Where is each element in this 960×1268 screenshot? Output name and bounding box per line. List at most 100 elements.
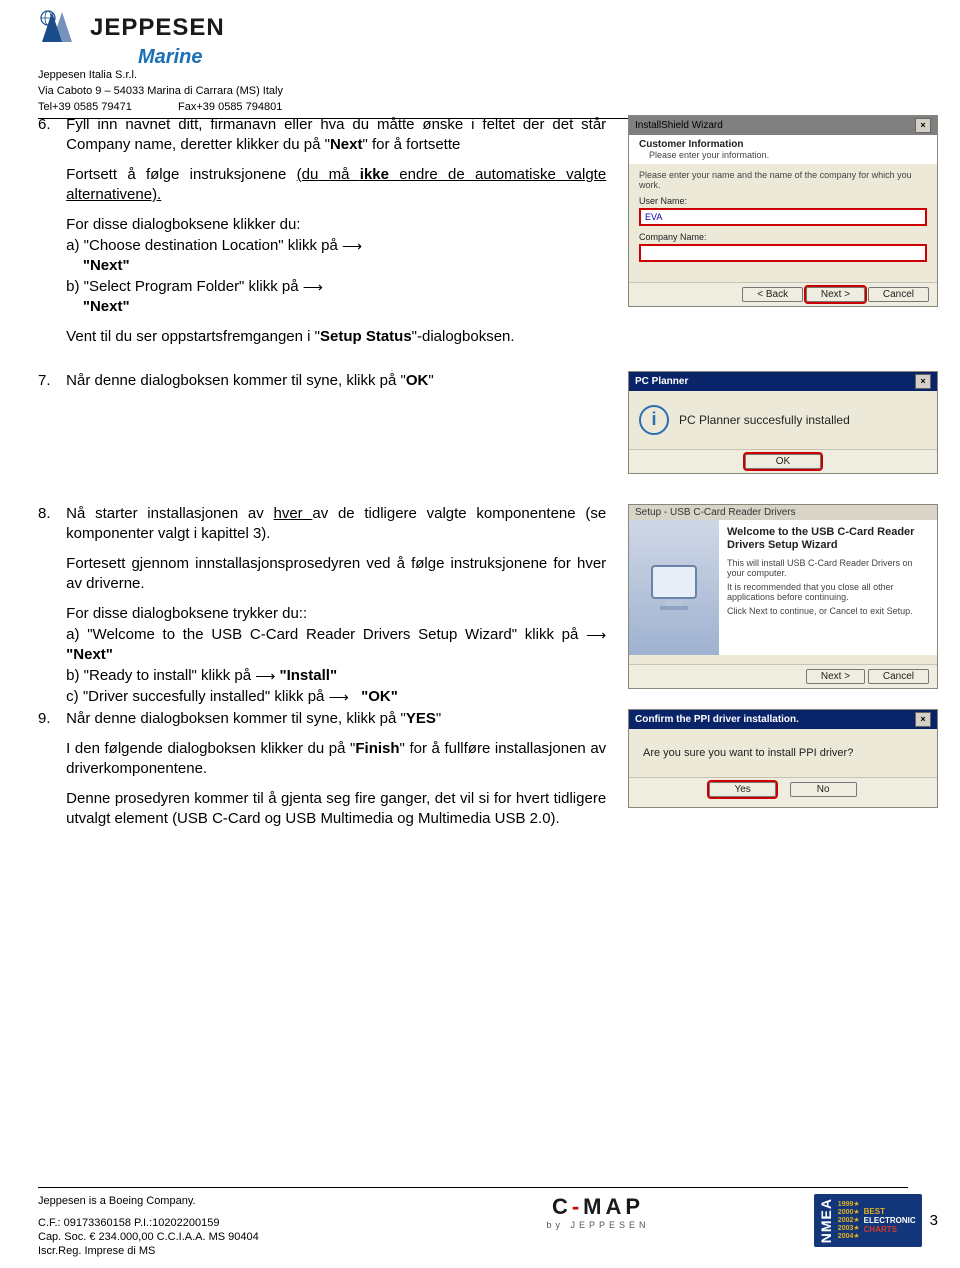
step-6-b: b) "Select Program Folder" klikk på — [66, 278, 298, 295]
user-name-label: User Name: — [639, 196, 927, 206]
step-8-b: b) "Ready to install" klikk på — [66, 667, 255, 684]
user-name-input[interactable]: EVA — [639, 208, 927, 226]
cancel-button[interactable]: Cancel — [868, 287, 929, 302]
wizard-sub: Please enter your information. — [649, 150, 927, 160]
no-button[interactable]: No — [790, 782, 857, 797]
installshield-wizard-screenshot: InstallShield Wizard × Customer Informat… — [628, 115, 938, 307]
arrow-right-icon: ⟶ — [255, 666, 275, 686]
monitor-icon — [644, 558, 704, 618]
step-8-a: a) "Welcome to the USB C-Card Reader Dri… — [66, 626, 586, 643]
step-6-number: 6. — [38, 115, 62, 135]
jeppesen-globe-icon — [38, 8, 80, 48]
info-icon: i — [639, 405, 669, 435]
step-7-row: 7. Når denne dialogboksen kommer til syn… — [38, 371, 938, 474]
step-6-wait2: "-dialogboksen. — [412, 328, 515, 345]
step-6-setup-status: Setup Status — [320, 328, 412, 345]
step-7-number: 7. — [38, 371, 62, 391]
step-7-text: Når denne dialogboksen kommer til syne, … — [66, 372, 406, 389]
header-company-name: Jeppesen Italia S.r.l. — [38, 68, 918, 82]
step-6-wait: Vent til du ser oppstartsfremgangen i " — [66, 328, 320, 345]
next-button[interactable]: Next > — [806, 287, 865, 302]
step-6-row: 6. Fyll inn navnet ditt, firmanavn eller… — [38, 115, 938, 347]
step-9-number: 9. — [38, 709, 62, 729]
arrow-right-icon: ⟶ — [329, 687, 349, 707]
header-address: Via Caboto 9 – 54033 Marina di Carrara (… — [38, 84, 918, 98]
ppi-confirm-screenshot: Confirm the PPI driver installation. × A… — [628, 709, 938, 808]
brand-subline: Marine — [138, 48, 918, 66]
close-icon[interactable]: × — [915, 712, 931, 727]
company-name-label: Company Name: — [639, 232, 927, 242]
ppi-message: Are you sure you want to install PPI dri… — [629, 729, 937, 777]
usb-next-button[interactable]: Next > — [806, 669, 865, 684]
step-8-row: 8. Nå starter installasjonen av hver av … — [38, 504, 938, 707]
step-8-p2: Fortesett gjennom innstallasjonsprosedyr… — [66, 554, 606, 594]
step-9-finish: Finish — [355, 740, 399, 757]
step-9-finish1: I den følgende dialogboksen klikker du p… — [66, 740, 355, 757]
step-7-body: Når denne dialogboksen kommer til syne, … — [66, 371, 606, 391]
ppi-title: Confirm the PPI driver installation. — [635, 714, 799, 725]
pcplanner-title: PC Planner — [635, 376, 688, 387]
header-tel: Tel+39 0585 79471 — [38, 101, 132, 113]
footer-cf: C.F.: 09173360158 P.I.:10202200159 — [38, 1216, 468, 1230]
step-9-text1: Når denne dialogboksen kommer til syne, … — [66, 710, 406, 727]
footer-iscr: Iscr.Reg. Imprese di MS — [38, 1244, 468, 1258]
usb-line1: This will install USB C-Card Reader Driv… — [727, 558, 929, 578]
ok-button[interactable]: OK — [745, 454, 821, 469]
user-name-value: EVA — [645, 212, 662, 222]
pcplanner-message: PC Planner succesfully installed — [679, 413, 850, 427]
step-6-text2: " for å fortsette — [362, 136, 460, 153]
step-6-a: a) "Choose destination Location" klikk p… — [66, 237, 338, 254]
step-9-yes: YES — [406, 710, 436, 727]
page-content: 6. Fyll inn navnet ditt, firmanavn eller… — [38, 115, 938, 853]
step-6-a-next: "Next" — [83, 257, 130, 274]
step-9-repeat: Denne prosedyren kommer til å gjenta seg… — [66, 789, 606, 829]
company-name-input[interactable] — [639, 244, 927, 262]
step-7-ok: OK — [406, 372, 429, 389]
step-6-sublist-intro: For disse dialogboksene klikker du: — [66, 215, 606, 235]
step-8-a-next: "Next" — [66, 646, 113, 663]
footer-cap: Cap. Soc. € 234.000,00 C.C.I.A.A. MS 904… — [38, 1230, 468, 1244]
step-7-text2: " — [428, 372, 433, 389]
page-footer: Jeppesen is a Boeing Company. C.F.: 0917… — [38, 1187, 938, 1258]
step-8-number: 8. — [38, 504, 62, 524]
step-9-row: 9. Når denne dialogboksen kommer til syn… — [38, 709, 938, 829]
footer-divider — [38, 1187, 908, 1188]
page-number: 3 — [930, 1212, 938, 1229]
nmea-badge: NMEA 1999★ 2000★ 2002★ 2003★ 2004★ BESTE… — [814, 1194, 922, 1247]
step-6-ikke: ikke — [360, 166, 389, 183]
pc-planner-screenshot: PC Planner × i PC Planner succesfully in… — [628, 371, 938, 474]
footer-legal: Jeppesen is a Boeing Company. C.F.: 0917… — [38, 1194, 468, 1258]
step-9-body: Når denne dialogboksen kommer til syne, … — [66, 709, 606, 829]
step-8-body: Nå starter installasjonen av hver av de … — [66, 504, 606, 707]
step-8-sublist-intro: For disse dialogboksene trykker du:: — [66, 604, 606, 624]
step-9-text2: " — [436, 710, 441, 727]
yes-button[interactable]: Yes — [709, 782, 775, 797]
usb-line3: Click Next to continue, or Cancel to exi… — [727, 606, 929, 616]
step-8-hver: hver — [273, 505, 312, 522]
step-8-c: c) "Driver succesfully installed" klikk … — [66, 688, 328, 705]
usb-heading: Welcome to the USB C-Card Reader Drivers… — [727, 526, 929, 552]
arrow-right-icon: ⟶ — [586, 625, 606, 645]
cmap-logo: C-MAP by JEPPESEN — [546, 1194, 649, 1230]
step-6-u1: (du må — [297, 166, 360, 183]
wizard-heading: Customer Information — [639, 139, 927, 150]
brand-wordmark: JEPPESEN — [90, 19, 225, 37]
step-6-next: Next — [330, 136, 363, 153]
arrow-right-icon: ⟶ — [342, 236, 362, 256]
page-header: JEPPESEN Marine Jeppesen Italia S.r.l. V… — [38, 8, 918, 119]
usb-setup-wizard-screenshot: Setup - USB C-Card Reader Drivers Welcom… — [628, 504, 938, 689]
step-6-b-next: "Next" — [83, 298, 130, 315]
close-icon[interactable]: × — [915, 374, 931, 389]
step-6-follow: Fortsett å følge instruksjonene — [66, 166, 296, 183]
usb-line2: It is recommended that you close all oth… — [727, 582, 929, 602]
step-8-c-ok: "OK" — [361, 688, 398, 705]
nmea-title: NMEA — [818, 1198, 834, 1243]
brand-logo-row: JEPPESEN — [38, 8, 918, 48]
header-phone-row: Tel+39 0585 79471 Fax+39 0585 794801 — [38, 100, 918, 114]
close-icon[interactable]: × — [915, 118, 931, 133]
header-fax: Fax+39 0585 794801 — [178, 101, 282, 113]
cmap-subline: by JEPPESEN — [546, 1220, 649, 1230]
step-8-text1: Nå starter installasjonen av — [66, 505, 273, 522]
usb-cancel-button[interactable]: Cancel — [868, 669, 929, 684]
back-button[interactable]: < Back — [742, 287, 803, 302]
